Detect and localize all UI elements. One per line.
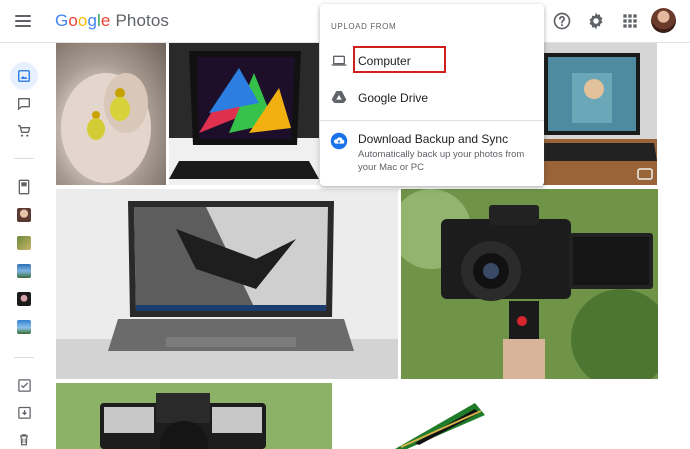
photo-earrings[interactable] — [56, 43, 166, 185]
photo-asus-rog-laptop[interactable] — [56, 189, 398, 379]
settings-gear-icon[interactable] — [586, 11, 606, 31]
photo-gaming-laptop[interactable] — [542, 43, 657, 185]
photos-icon[interactable] — [10, 62, 38, 90]
nav-divider — [14, 158, 34, 159]
backup-sync-label: Download Backup and Sync — [358, 132, 509, 146]
left-nav-rail — [0, 43, 48, 449]
archive-icon[interactable] — [12, 400, 36, 424]
google-photos-logo[interactable]: Google Photos — [55, 11, 169, 31]
google-apps-icon[interactable] — [620, 11, 640, 31]
google-photos-app: Google Photos UPLOAD FROM Computer Googl… — [0, 0, 690, 449]
photo-ram-stick[interactable] — [335, 383, 658, 449]
upload-from-google-drive-item[interactable]: Google Drive — [320, 82, 544, 112]
nav-divider — [14, 357, 34, 358]
album-thumb-1[interactable] — [17, 208, 31, 222]
album-thumb-2[interactable] — [17, 236, 31, 250]
main-menu-icon[interactable] — [10, 10, 36, 32]
menu-divider — [320, 120, 544, 121]
album-thumb-3[interactable] — [17, 264, 31, 278]
sharing-chat-icon[interactable] — [12, 92, 36, 116]
album-thumb-4[interactable] — [17, 292, 31, 306]
help-icon[interactable] — [552, 11, 572, 31]
product-name: Photos — [115, 11, 169, 30]
account-avatar[interactable] — [651, 8, 676, 33]
google-drive-icon — [331, 91, 347, 103]
upload-from-heading: UPLOAD FROM — [331, 22, 397, 31]
photo-razer-laptop[interactable] — [169, 43, 319, 185]
utilities-checklist-icon[interactable] — [12, 373, 36, 397]
album-thumb-5[interactable] — [17, 320, 31, 334]
photo-book-icon[interactable] — [12, 175, 36, 199]
photo-lumix-camera[interactable] — [401, 189, 658, 379]
trash-icon[interactable] — [12, 427, 36, 449]
photo-olympus-camera[interactable] — [56, 383, 332, 449]
backup-sync-icon — [330, 132, 348, 150]
download-backup-and-sync-item[interactable]: Download Backup and Sync Automatically b… — [320, 126, 544, 176]
print-store-cart-icon[interactable] — [12, 119, 36, 143]
upload-from-menu: UPLOAD FROM Computer Google Drive Downlo… — [320, 4, 544, 186]
computer-highlight-box — [353, 46, 446, 73]
google-drive-label: Google Drive — [358, 91, 429, 105]
laptop-icon — [331, 55, 347, 66]
backup-sync-description: Automatically back up your photos from y… — [358, 149, 525, 173]
